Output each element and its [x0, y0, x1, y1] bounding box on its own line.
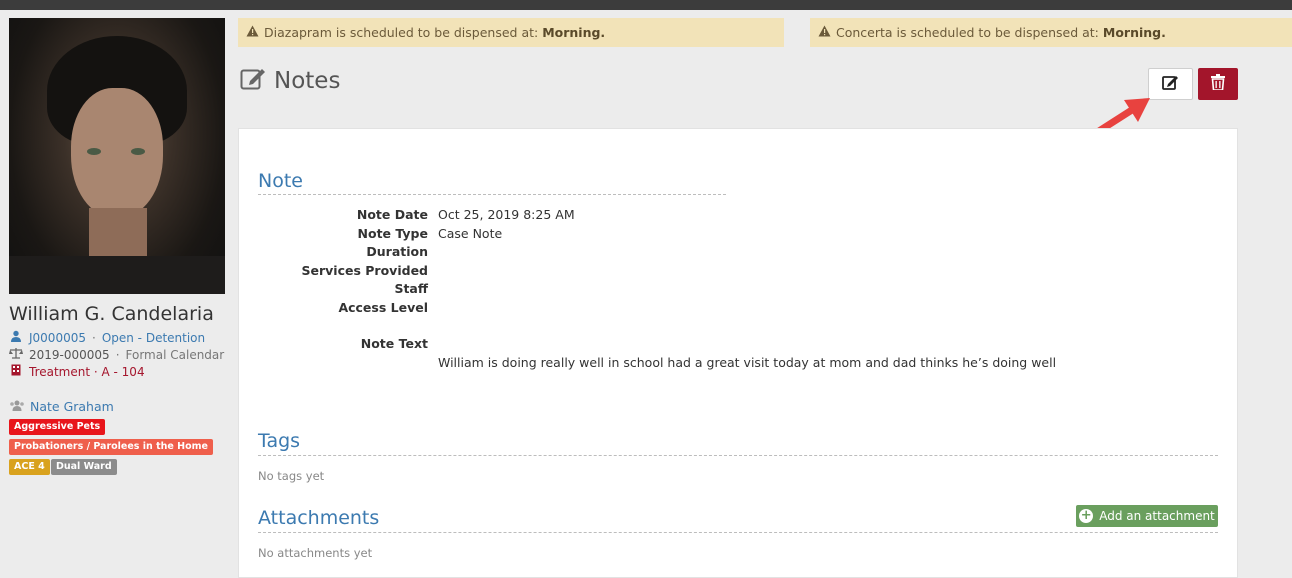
- badge-dual-ward: Dual Ward: [51, 459, 117, 475]
- calendar-type: Formal Calendar: [125, 347, 225, 362]
- divider: [258, 455, 1218, 456]
- warning-icon: [818, 25, 831, 40]
- edit-icon: [1162, 74, 1179, 94]
- attachments-empty-text: No attachments yet: [258, 546, 373, 560]
- badge-aggressive-pets: Aggressive Pets: [9, 419, 106, 435]
- medication-alert-2: Concerta is scheduled to be dispensed at…: [810, 18, 1292, 47]
- note-text-label: Note Text: [360, 336, 428, 351]
- medication-alert-1: Diazapram is scheduled to be dispensed a…: [238, 18, 784, 47]
- divider: [258, 532, 1218, 533]
- profile-photo: [9, 18, 225, 294]
- tags-empty-text: No tags yet: [258, 469, 325, 483]
- case-id[interactable]: J0000005: [29, 331, 86, 345]
- tags-section-title: Tags: [258, 430, 301, 452]
- duration-label: Duration: [366, 244, 428, 259]
- profile-name: William G. Candelaria: [9, 303, 214, 325]
- docket-number: 2019-000005: [29, 347, 110, 362]
- docket-line: 2019-000005 · Formal Calendar: [9, 347, 224, 362]
- top-bar: [0, 0, 1292, 10]
- plus-circle-icon: +: [1079, 508, 1094, 523]
- case-line[interactable]: J0000005 · Open - Detention: [9, 330, 205, 345]
- note-date-value: Oct 25, 2019 8:25 AM: [438, 207, 575, 222]
- note-type-value: Case Note: [438, 226, 503, 241]
- user-icon: [9, 330, 23, 345]
- case-status[interactable]: Open - Detention: [102, 331, 205, 345]
- users-icon: [9, 399, 25, 414]
- placement: Treatment · A - 104: [29, 364, 145, 379]
- building-icon: [9, 364, 23, 379]
- note-section-title: Note: [258, 170, 303, 192]
- badge-ace: ACE 4: [9, 459, 50, 475]
- attachments-section-title: Attachments: [258, 507, 380, 529]
- delete-button[interactable]: [1198, 68, 1238, 100]
- badge-probationers: Probationers / Parolees in the Home: [9, 439, 213, 455]
- worker-name[interactable]: Nate Graham: [30, 399, 114, 414]
- scale-icon: [9, 347, 23, 362]
- warning-icon: [246, 25, 259, 40]
- trash-icon: [1211, 74, 1225, 94]
- divider: [258, 194, 726, 195]
- add-attachment-button[interactable]: + Add an attachment: [1076, 505, 1218, 527]
- access-level-label: Access Level: [338, 300, 428, 315]
- note-type-label: Note Type: [357, 226, 428, 241]
- edit-note-icon: [240, 66, 266, 96]
- note-date-label: Note Date: [356, 207, 428, 222]
- staff-label: Staff: [394, 281, 428, 296]
- worker-line[interactable]: Nate Graham: [9, 399, 114, 414]
- services-provided-label: Services Provided: [301, 263, 428, 278]
- note-text-value: William is doing really well in school h…: [438, 355, 1057, 370]
- page-title: Notes: [240, 66, 340, 96]
- placement-line: Treatment · A - 104: [9, 364, 145, 379]
